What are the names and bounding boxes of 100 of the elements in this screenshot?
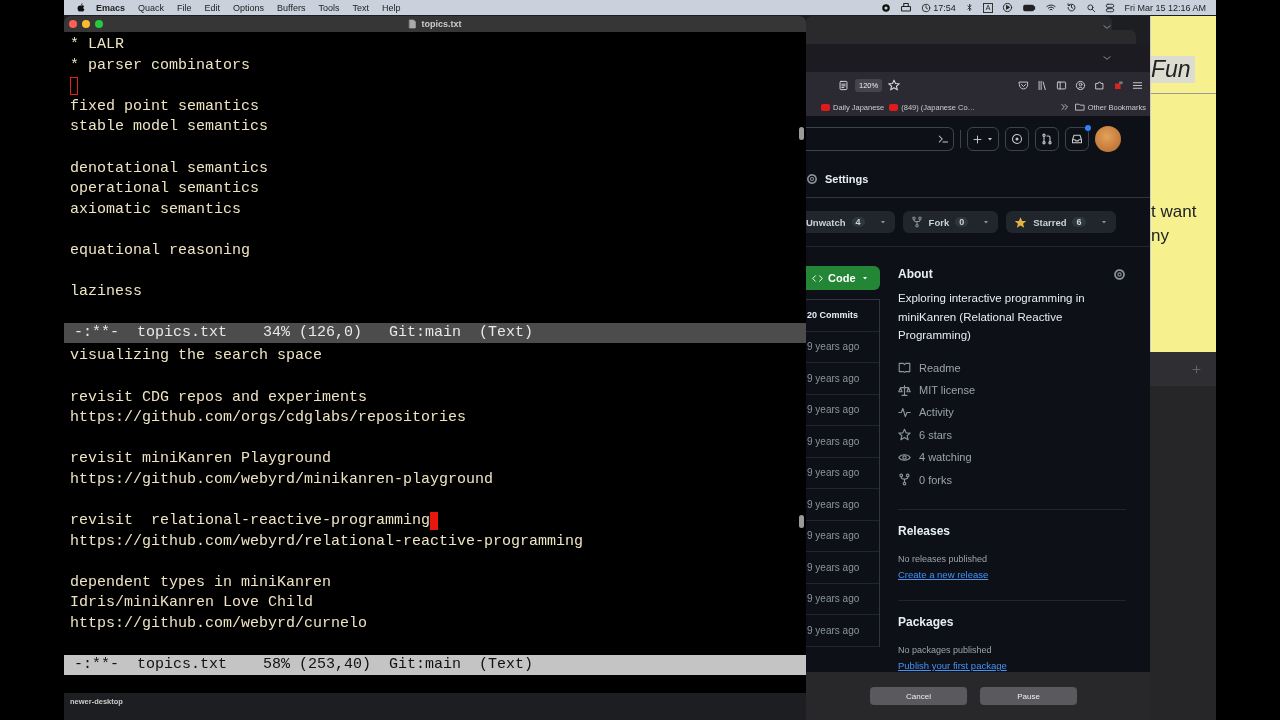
link[interactable]: Create a new release	[898, 568, 989, 580]
star-button[interactable]: Starred 6	[1006, 211, 1116, 233]
gear-icon[interactable]	[1113, 267, 1126, 281]
reader-icon[interactable]	[838, 79, 849, 91]
document-icon	[408, 19, 418, 29]
commit-time: 9 years ago	[807, 498, 860, 510]
sidebar-link[interactable]: Readme	[919, 361, 961, 374]
text-line: https://github.com/webyrd/curnelo	[70, 614, 368, 635]
chevron-icon[interactable]	[1102, 53, 1112, 63]
extensions-icon[interactable]	[1094, 79, 1105, 91]
commit-time: 9 years ago	[807, 467, 860, 479]
zoom-button[interactable]	[95, 20, 103, 28]
text-line: revisit CDG repos and experiments	[70, 387, 368, 408]
section-heading: Releases	[898, 523, 952, 538]
chevron-icon[interactable]	[1102, 22, 1112, 32]
empty-note: No packages published	[898, 644, 993, 655]
account-icon[interactable]	[1075, 79, 1086, 91]
pause-button[interactable]: Pause	[980, 687, 1077, 705]
star-icon	[1014, 215, 1028, 229]
caret-icon	[986, 135, 994, 143]
apple-icon[interactable]	[76, 2, 86, 13]
pocket-icon[interactable]	[1018, 79, 1029, 91]
code-button[interactable]: Code	[806, 266, 880, 290]
timer-text: 17:54	[933, 2, 956, 13]
folder-icon	[1074, 102, 1085, 112]
inbox-icon	[1071, 133, 1083, 145]
commits-link[interactable]: 20 Commits	[807, 310, 859, 321]
bookmark-star-icon[interactable]	[888, 79, 901, 91]
scroll-thumb[interactable]	[799, 515, 804, 529]
repo-description: Exploring interactive programming in miniKanren (Relational Reactive Programming)	[898, 291, 1086, 343]
link[interactable]: Publish your first package	[898, 659, 1007, 671]
control-center-icon[interactable]	[1105, 2, 1116, 13]
text-line: equational reasoning	[70, 240, 251, 261]
pull-requests-button[interactable]	[1035, 127, 1059, 151]
text-line: axiomatic semantics	[70, 199, 242, 220]
fork-icon	[898, 473, 911, 487]
text-line: Idris/miniKanren Love Child	[70, 593, 314, 614]
pulse-icon	[898, 405, 911, 419]
printer-icon[interactable]	[900, 1, 913, 14]
text-line: dependent types in miniKanren	[70, 572, 332, 593]
gear-icon	[806, 173, 818, 185]
sidebar-link[interactable]: 4 watching	[919, 451, 972, 464]
sidebar-link[interactable]: MIT license	[919, 384, 976, 397]
fork-button[interactable]: Fork 0	[902, 211, 999, 233]
menu-item[interactable]: Quack	[138, 2, 165, 13]
avatar[interactable]	[1095, 126, 1121, 152]
issue-icon	[1011, 133, 1023, 145]
inbox-button[interactable]	[1065, 127, 1089, 151]
close-button[interactable]	[69, 20, 77, 28]
code-icon	[812, 272, 823, 284]
text-line: https://github.com/orgs/cdglabs/repositories	[70, 408, 467, 429]
caret-icon	[982, 218, 991, 226]
search-icon[interactable]	[1086, 2, 1097, 13]
book-icon	[898, 361, 911, 375]
caret-icon	[1099, 218, 1108, 226]
menu-item[interactable]: Tools	[318, 2, 340, 13]
count-badge: 4	[851, 217, 865, 227]
app-menu[interactable]: Emacs	[96, 2, 126, 13]
overflow-chevron-icon[interactable]	[1059, 102, 1070, 112]
menu-item[interactable]: Edit	[204, 2, 221, 13]
cancel-button[interactable]: Cancel	[870, 687, 967, 705]
sidebar-link[interactable]: 0 forks	[919, 473, 952, 486]
sidebar-link[interactable]: Activity	[919, 406, 954, 419]
fork-icon	[910, 216, 923, 228]
watch-button[interactable]: Unwatch 4	[806, 211, 895, 233]
record-icon[interactable]	[881, 2, 892, 13]
menu-item[interactable]: Help	[382, 2, 401, 13]
create-button[interactable]	[967, 127, 999, 151]
timer[interactable]: 17:54	[921, 2, 956, 13]
minimize-button[interactable]	[82, 20, 90, 28]
text-line: visualizing the search space	[70, 346, 323, 367]
text-line: operational semantics	[70, 179, 260, 200]
library-icon[interactable]	[1037, 79, 1048, 91]
menu-item[interactable]: File	[177, 2, 192, 13]
sidebar-icon[interactable]	[1056, 79, 1067, 91]
text-line: * LALR	[70, 35, 124, 55]
pull-request-icon	[1041, 133, 1053, 145]
date-time[interactable]: Fri Mar 15 12:16 AM	[1124, 2, 1206, 13]
menu-icon[interactable]	[1132, 79, 1143, 91]
menu-item[interactable]: Text	[352, 2, 369, 13]
command-palette-icon	[937, 133, 949, 145]
wifi-icon[interactable]	[1045, 2, 1058, 13]
issues-button[interactable]	[1005, 127, 1029, 151]
window-title: topics.txt	[421, 19, 462, 29]
menu-item[interactable]: Buffers	[277, 2, 306, 13]
caret-icon	[860, 274, 869, 282]
settings-tab[interactable]: Settings	[806, 173, 869, 185]
sidebar-link[interactable]: 6 stars	[919, 428, 952, 441]
empty-note: No releases published	[898, 553, 989, 564]
play-icon[interactable]	[1002, 2, 1014, 13]
search-field[interactable]	[806, 127, 954, 151]
text-line: revisit miniKanren Playground	[70, 449, 332, 470]
history-icon[interactable]	[1066, 2, 1078, 13]
bluetooth-icon[interactable]	[964, 2, 974, 13]
scroll-thumb[interactable]	[799, 127, 804, 140]
commit-time: 9 years ago	[807, 530, 860, 542]
section-heading: Packages	[898, 614, 955, 629]
menu-item[interactable]: Options	[233, 2, 265, 13]
clock-icon	[921, 2, 932, 13]
text-line: laziness	[70, 282, 142, 303]
